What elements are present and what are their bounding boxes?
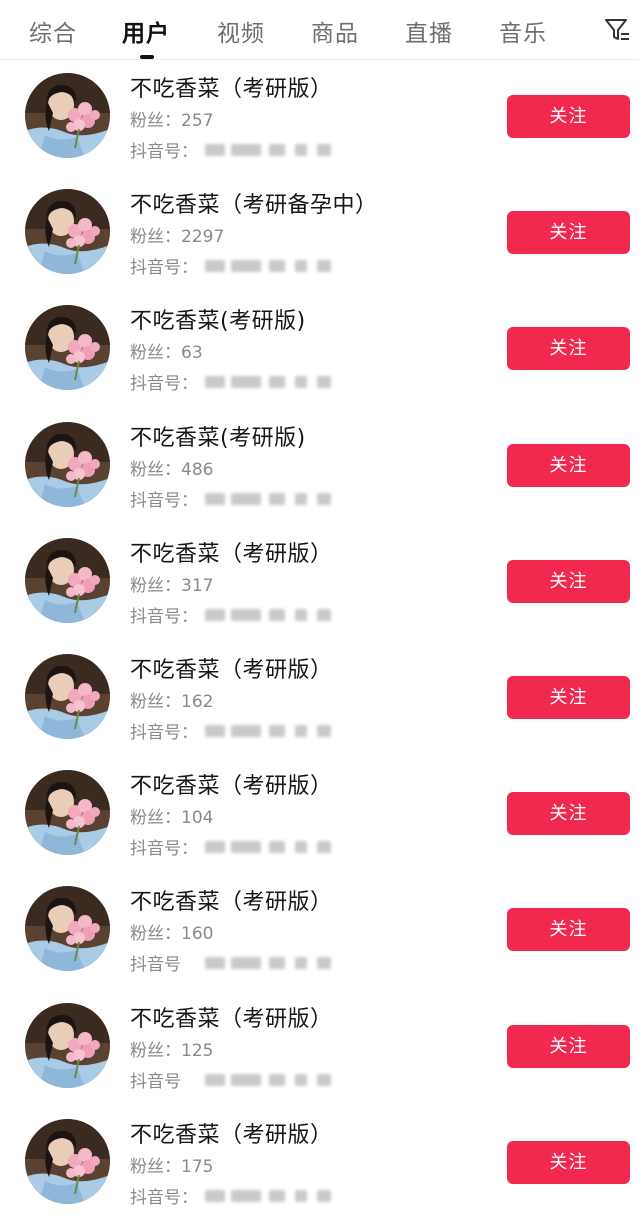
search-tab-bar: 综合 用户 视频 商品 直播 音乐 [0,0,639,60]
filter-icon[interactable] [604,17,630,43]
tab-comprehensive[interactable]: 综合 [29,14,77,48]
user-result-row[interactable]: 不吃香菜（考研版） 粉丝：160 抖音号 关注 [0,873,639,989]
douyin-id-label: 抖音号 [130,1071,181,1092]
redacted-douyin-id [205,374,355,390]
fan-count: 粉丝：257 [130,111,214,131]
user-result-row[interactable]: 不吃香菜（考研版） 粉丝：125 抖音号 关注 [0,990,639,1106]
redacted-douyin-id [205,258,355,274]
user-result-row[interactable]: 不吃香菜(考研版) 粉丝：486 抖音号： 关注 [0,409,639,525]
fan-count: 粉丝：104 [130,808,214,829]
follow-button[interactable]: 关注 [507,908,630,952]
douyin-id-label: 抖音号： [130,606,198,627]
douyin-id-label: 抖音号： [130,839,198,860]
redacted-douyin-id [205,1188,355,1204]
user-name[interactable]: 不吃香菜（考研备孕中） [130,187,378,219]
follow-button[interactable]: 关注 [507,559,630,603]
redacted-douyin-id [205,723,355,739]
user-avatar[interactable] [25,73,110,158]
redacted-douyin-id [205,607,355,623]
user-name[interactable]: 不吃香菜（考研版） [130,884,333,916]
user-avatar[interactable] [25,770,110,856]
user-name[interactable]: 不吃香菜（考研版） [130,1117,333,1149]
tab-videos[interactable]: 视频 [217,14,265,48]
follow-button[interactable]: 关注 [507,1140,630,1184]
follow-button[interactable]: 关注 [507,675,630,719]
follow-button[interactable]: 关注 [507,443,630,487]
fan-count: 粉丝：175 [130,1156,214,1177]
user-result-row[interactable]: 不吃香菜（考研版） 粉丝：162 抖音号： 关注 [0,641,639,757]
user-result-row[interactable]: 不吃香菜（考研版） 粉丝：104 抖音号： 关注 [0,757,639,873]
tab-products[interactable]: 商品 [311,14,359,48]
douyin-id-label: 抖音号： [130,1187,198,1208]
user-avatar[interactable] [25,305,110,391]
user-result-row[interactable]: 不吃香菜（考研版） 粉丝：175 抖音号： 关注 [0,1106,639,1222]
user-avatar[interactable] [25,1118,110,1204]
redacted-douyin-id [205,955,355,971]
douyin-id-label: 抖音号： [130,490,198,511]
fan-count: 粉丝：160 [130,924,214,945]
redacted-douyin-id [205,142,355,158]
user-name[interactable]: 不吃香菜（考研版） [130,768,333,800]
user-result-row[interactable]: 不吃香菜（考研版） 粉丝：317 抖音号： 关注 [0,525,639,641]
tab-music[interactable]: 音乐 [499,14,547,48]
active-tab-indicator [140,55,154,59]
user-result-row[interactable]: 不吃香菜（考研备孕中） 粉丝：2297 抖音号： 关注 [0,176,639,292]
user-result-row[interactable]: 不吃香菜(考研版) 粉丝：63 抖音号： 关注 [0,292,639,408]
user-avatar[interactable] [25,537,110,623]
redacted-douyin-id [205,491,355,507]
user-avatar[interactable] [25,189,110,275]
redacted-douyin-id [205,839,355,855]
douyin-id-label: 抖音号： [130,722,198,743]
user-name[interactable]: 不吃香菜（考研版） [130,536,333,568]
user-name[interactable]: 不吃香菜（考研版） [130,652,333,684]
douyin-id-label: 抖音号： [130,142,198,162]
fan-count: 粉丝：162 [130,691,214,712]
follow-button[interactable]: 关注 [507,95,630,138]
user-avatar[interactable] [25,1002,110,1088]
douyin-id-label: 抖音号： [130,374,198,395]
user-avatar[interactable] [25,886,110,972]
user-result-list: 不吃香菜（考研版） 粉丝：257 抖音号： 关注 不吃香菜（考研备孕中） 粉丝：… [0,60,639,1222]
follow-button[interactable]: 关注 [507,792,630,836]
redacted-douyin-id [205,1072,355,1088]
follow-button[interactable]: 关注 [507,211,630,255]
user-result-row[interactable]: 不吃香菜（考研版） 粉丝：257 抖音号： 关注 [0,60,639,176]
fan-count: 粉丝：2297 [130,227,225,248]
douyin-id-label: 抖音号： [130,258,198,279]
follow-button[interactable]: 关注 [507,1024,630,1068]
follow-button[interactable]: 关注 [507,327,630,371]
user-avatar[interactable] [25,421,110,507]
user-name[interactable]: 不吃香菜（考研版） [130,1001,333,1033]
user-name[interactable]: 不吃香菜(考研版) [130,303,306,335]
fan-count: 粉丝：63 [130,343,203,364]
user-name[interactable]: 不吃香菜(考研版) [130,420,306,452]
tab-live[interactable]: 直播 [405,14,453,48]
user-avatar[interactable] [25,653,110,739]
fan-count: 粉丝：317 [130,575,214,596]
tab-users[interactable]: 用户 [122,14,170,48]
douyin-id-label: 抖音号 [130,955,181,976]
user-name[interactable]: 不吃香菜（考研版） [130,71,333,103]
fan-count: 粉丝：125 [130,1040,214,1061]
fan-count: 粉丝：486 [130,459,214,480]
